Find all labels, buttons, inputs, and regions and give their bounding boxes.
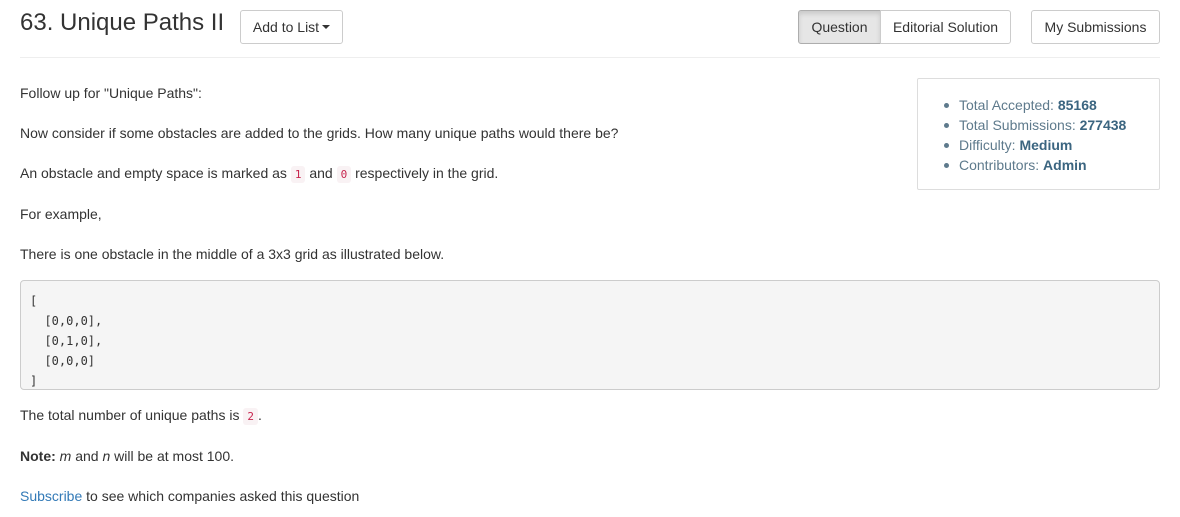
answer-text-before: The total number of unique paths is <box>20 407 240 423</box>
description-markers: An obstacle and empty space is marked as… <box>20 163 498 185</box>
note-and: and <box>75 448 99 464</box>
subscribe-line: Subscribe to see which companies asked t… <box>20 486 359 506</box>
stats-list: Total Accepted: 85168 Total Submissions:… <box>918 79 1159 175</box>
markers-text-3: respectively in the grid. <box>355 165 499 181</box>
tab-editorial-solution[interactable]: Editorial Solution <box>880 10 1011 44</box>
note-rest: will be at most 100. <box>114 448 235 464</box>
note-text: Note: m and n will be at most 100. <box>20 446 234 466</box>
answer-text: The total number of unique paths is 2. <box>20 405 262 427</box>
stat-value: Admin <box>1043 157 1087 173</box>
stat-value: 277438 <box>1079 117 1127 133</box>
view-tabs: Question Editorial Solution <box>798 10 1011 44</box>
example-grid-code: [ [0,0,0], [0,1,0], [0,0,0]] <box>20 280 1160 390</box>
obstacle-code: 1 <box>290 166 306 183</box>
description-intro: Follow up for "Unique Paths": <box>20 85 202 101</box>
note-n: n <box>102 448 111 464</box>
stat-difficulty: Difficulty: Medium <box>942 135 1159 155</box>
note-m: m <box>59 448 72 464</box>
stat-contributors: Contributors: Admin <box>942 155 1159 175</box>
stat-label: Contributors: <box>959 157 1040 173</box>
my-submissions-button[interactable]: My Submissions <box>1031 10 1160 44</box>
stat-value: Medium <box>1019 137 1073 153</box>
note-label: Note: <box>20 448 56 464</box>
subscribe-text: to see which companies asked this questi… <box>86 488 360 504</box>
add-to-list-label: Add to List <box>252 19 320 35</box>
add-to-list-button[interactable]: Add to List <box>240 10 343 44</box>
answer-code: 2 <box>243 408 258 425</box>
stat-total-submissions: Total Submissions: 277438 <box>942 115 1159 135</box>
stat-label: Total Accepted: <box>959 97 1054 113</box>
markers-text-2: and <box>309 165 333 181</box>
answer-text-after: . <box>257 407 262 423</box>
code-line: ] <box>30 374 38 388</box>
empty-code: 0 <box>336 166 352 183</box>
description-question: Now consider if some obstacles are added… <box>20 125 619 141</box>
page-title: 63. Unique Paths II <box>20 9 225 36</box>
code-line: [0,0,0], <box>30 314 103 328</box>
tab-question[interactable]: Question <box>798 10 881 44</box>
problem-stats-panel: Total Accepted: 85168 Total Submissions:… <box>917 78 1160 190</box>
example-description: There is one obstacle in the middle of a… <box>20 246 445 262</box>
code-line: [ <box>30 294 38 308</box>
caret-down-icon <box>322 25 331 29</box>
stat-total-accepted: Total Accepted: 85168 <box>942 95 1159 115</box>
subscribe-link[interactable]: Subscribe <box>20 488 82 504</box>
code-line: [0,1,0], <box>30 334 103 348</box>
stat-label: Difficulty: <box>959 137 1016 153</box>
page-header: 63. Unique Paths II Add to List Question… <box>20 0 1160 58</box>
code-line: [0,0,0] <box>30 354 96 368</box>
example-intro: For example, <box>20 206 102 222</box>
markers-text-1: An obstacle and empty space is marked as <box>20 165 287 181</box>
stat-label: Total Submissions: <box>959 117 1076 133</box>
stat-value: 85168 <box>1057 97 1097 113</box>
